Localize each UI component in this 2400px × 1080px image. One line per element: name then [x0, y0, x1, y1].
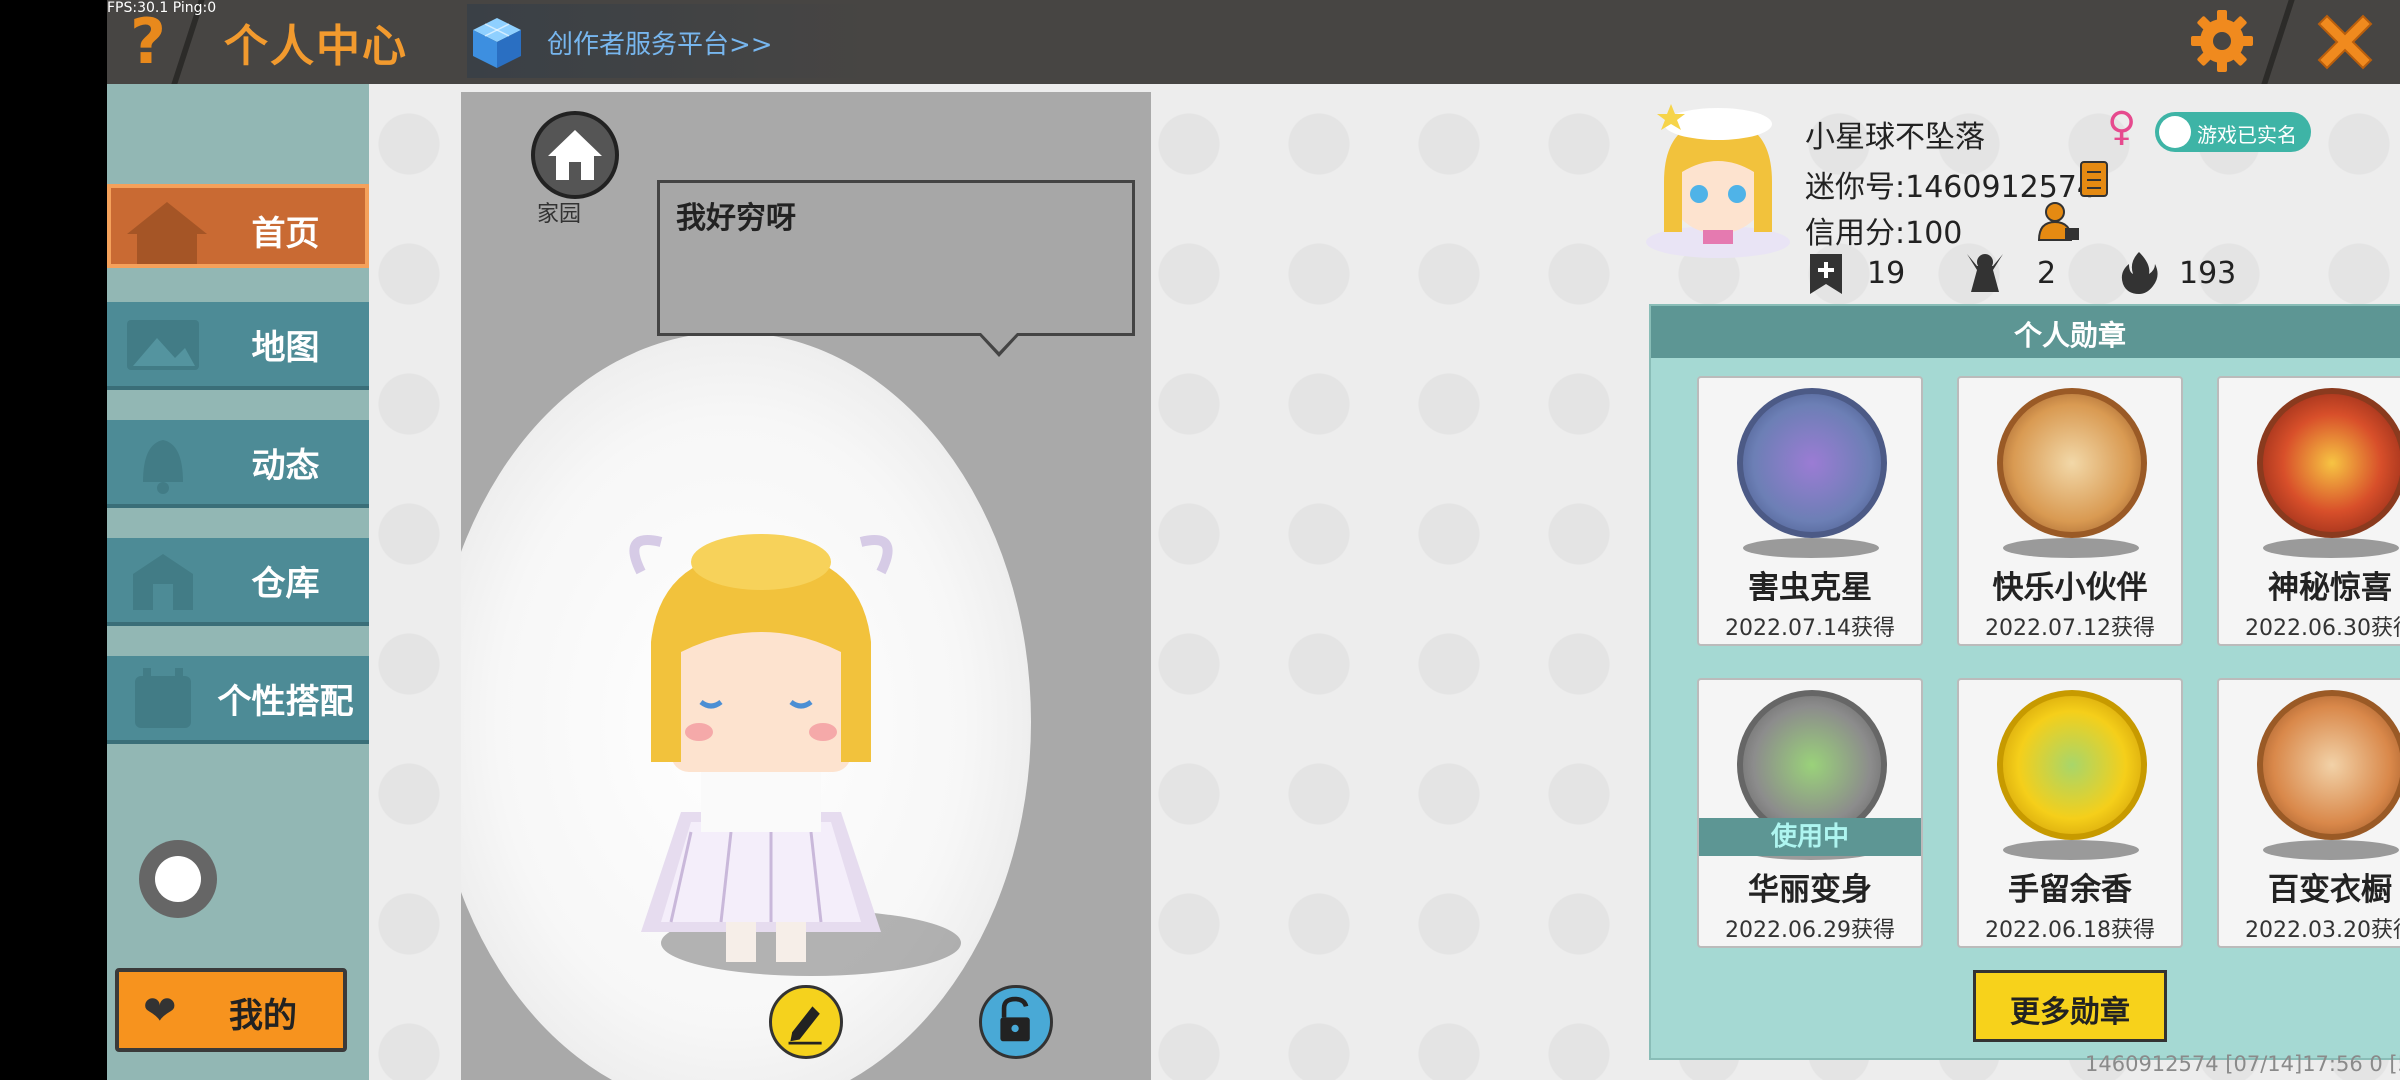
close-icon[interactable] — [2307, 4, 2383, 80]
sidebar-item-label: 仓库 — [251, 564, 320, 604]
sidebar-item-activity[interactable]: 动态 — [107, 420, 369, 508]
medal-bug-icon — [1737, 388, 1887, 538]
creator-platform-link[interactable]: 创作者服务平台>> — [547, 24, 773, 61]
medal-date: 2022.03.20获得 — [2245, 918, 2400, 943]
medals-title: 个人勋章 — [2013, 319, 2126, 352]
realname-badge: 游戏已实名 — [2155, 112, 2311, 152]
stat-fans: 2 — [2037, 256, 2057, 291]
copy-icon[interactable] — [2079, 160, 2115, 200]
flame-icon — [2121, 252, 2158, 294]
nickname: 小星球不坠落 — [1805, 120, 1985, 155]
stat-popularity: 193 — [2179, 256, 2237, 291]
character-avatar[interactable] — [601, 532, 921, 972]
medal-name: 手留余香 — [2008, 872, 2132, 908]
fan-icon — [1967, 254, 2003, 292]
edit-button[interactable] — [769, 985, 843, 1059]
medals-header: 个人勋章 — [1651, 306, 2400, 358]
medal-name: 快乐小伙伴 — [1992, 570, 2148, 606]
verified-icon — [2159, 116, 2191, 148]
more-medals-label: 更多勋章 — [2010, 995, 2130, 1030]
medal-date: 2022.07.12获得 — [1985, 616, 2155, 641]
medal-card[interactable]: 百变衣橱 2022.03.20获得 — [2217, 678, 2400, 948]
medal-date: 2022.06.30获得 — [2245, 616, 2400, 641]
help-icon[interactable]: ? — [119, 6, 177, 78]
sidebar-item-warehouse[interactable]: 仓库 — [107, 538, 369, 626]
lock-button[interactable] — [979, 985, 1053, 1059]
sidebar-item-label: 首页 — [251, 214, 320, 254]
medal-name: 华丽变身 — [1748, 872, 1872, 908]
home-label: 家园 — [537, 202, 582, 227]
sidebar: 首页 地图 动态 仓库 个性搭配 ❤ 我的 — [107, 84, 369, 1080]
medal-name: 神秘惊喜 — [2268, 570, 2392, 606]
sidebar-item-map[interactable]: 地图 — [107, 302, 369, 390]
mine-button[interactable]: ❤ 我的 — [115, 968, 347, 1052]
medal-date: 2022.07.14获得 — [1725, 616, 1895, 641]
sidebar-item-label: 个性搭配 — [217, 682, 354, 722]
page-title: 个人中心 — [224, 21, 408, 72]
medal-friends-icon — [1997, 388, 2147, 538]
medal-date: 2022.06.29获得 — [1725, 918, 1895, 943]
medal-date: 2022.06.18获得 — [1985, 918, 2155, 943]
sidebar-item-outfit[interactable]: 个性搭配 — [107, 656, 369, 744]
house-icon — [127, 202, 207, 264]
game-screen: ? 个人中心 创作者服务平台>> 首页 地图 动态 仓库 个性搭配 ❤ 我的 家… — [107, 0, 2400, 1080]
mine-label: 我的 — [229, 996, 297, 1036]
bell-icon — [143, 440, 183, 494]
medal-card[interactable]: 神秘惊喜 2022.06.30获得 — [2217, 376, 2400, 646]
pencil-icon — [788, 1006, 822, 1045]
divider — [2261, 0, 2295, 84]
shirt-icon — [135, 668, 191, 728]
medal-card[interactable]: 手留余香 2022.06.18获得 — [1957, 678, 2183, 948]
top-bar: ? 个人中心 创作者服务平台>> — [107, 0, 2400, 84]
realname-label: 游戏已实名 — [2197, 123, 2297, 147]
medal-frog-icon — [1997, 690, 2147, 840]
medal-name: 百变衣橱 — [2268, 872, 2392, 908]
medal-card[interactable]: 害虫克星 2022.07.14获得 — [1697, 376, 1923, 646]
female-icon: ♀ — [2107, 104, 2137, 150]
more-medals-button[interactable]: 更多勋章 — [1973, 970, 2167, 1042]
bookmark-icon — [1810, 254, 1842, 294]
medal-gift-icon — [2257, 388, 2400, 538]
medal-card[interactable]: 快乐小伙伴 2022.07.12获得 — [1957, 376, 2183, 646]
profile-avatar[interactable] — [1639, 102, 1797, 260]
person-card-icon[interactable] — [2037, 200, 2081, 242]
in-use-badge: 使用中 — [1699, 818, 1921, 856]
sidebar-item-home[interactable]: 首页 — [107, 184, 369, 268]
sidebar-item-label: 动态 — [251, 446, 320, 486]
heart-icon: ❤ — [143, 988, 177, 1034]
box-icon — [133, 554, 193, 610]
fps-readout: FPS:30.1 Ping:0 — [107, 0, 217, 16]
picture-icon — [127, 320, 199, 370]
joystick-toggle[interactable] — [139, 840, 217, 918]
unlock-icon — [1000, 996, 1030, 1042]
stat-favorites: 19 — [1867, 256, 1906, 291]
medal-name: 害虫克星 — [1748, 570, 1872, 606]
medal-wardrobe-icon — [2257, 690, 2400, 840]
signature-text: 我好穷呀 — [676, 201, 796, 236]
credit-score: 信用分:100 — [1805, 216, 1963, 251]
speech-bubble[interactable]: 我好穷呀 — [657, 180, 1135, 336]
home-icon[interactable] — [530, 110, 620, 200]
gear-icon[interactable] — [2189, 8, 2255, 74]
medal-card[interactable]: 使用中 华丽变身 2022.06.29获得 — [1697, 678, 1923, 948]
bubble-tail-fill — [980, 332, 1018, 352]
sidebar-item-label: 地图 — [251, 328, 320, 368]
version-footer: 1460912574 [07/14]17:56 0 [58]1.15.2 — [2085, 1052, 2400, 1076]
cube-icon[interactable] — [469, 14, 525, 70]
